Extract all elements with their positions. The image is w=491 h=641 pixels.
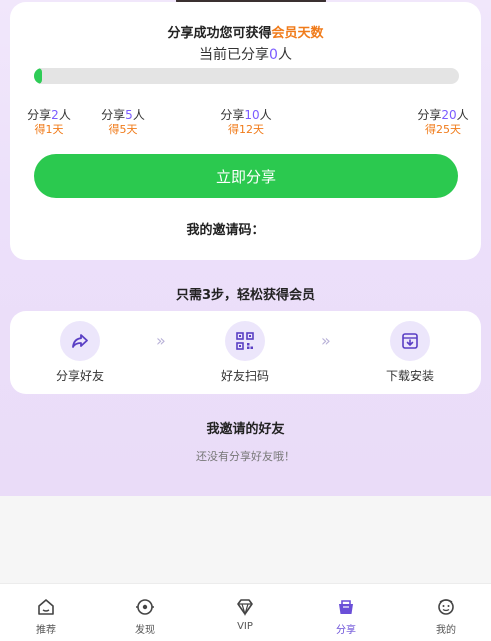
milestone-number: 20 xyxy=(441,108,457,122)
qr-code-icon xyxy=(225,321,265,361)
tab-label: 推荐 xyxy=(36,625,56,636)
milestone-suffix: 人 xyxy=(58,108,71,122)
milestone-reward: 得12天 xyxy=(228,123,264,136)
tab-share[interactable]: 分享 xyxy=(316,596,376,636)
download-box-icon xyxy=(390,321,430,361)
current-count-number: 0 xyxy=(269,47,278,63)
steps-title: 只需3步，轻松获得会员 xyxy=(175,288,316,303)
milestone-reward: 得5天 xyxy=(108,123,138,136)
milestone-prefix: 分享 xyxy=(101,108,126,122)
milestone-prefix: 分享 xyxy=(417,108,442,122)
milestone-suffix: 人 xyxy=(259,108,272,122)
invite-code-label: 我的邀请码： xyxy=(186,223,265,238)
step-scan-code: 好友扫码 xyxy=(205,321,285,384)
invited-friends-empty: 还没有分享好友哦！ xyxy=(196,450,295,463)
profile-icon xyxy=(438,599,454,615)
home-icon xyxy=(38,599,54,615)
share-arrow-icon xyxy=(60,321,100,361)
share-now-button[interactable]: 立即分享 xyxy=(34,154,458,198)
milestone-prefix: 分享 xyxy=(27,108,52,122)
milestone-5: 分享5人 得5天 xyxy=(88,108,158,137)
tab-label: VIP xyxy=(237,621,253,632)
step-download-install: 下载安装 xyxy=(370,321,450,384)
share-progress-card: 分享成功您可获得会员天数 当前已分享0人 分享2人 得1天 分享5人 得5天 分… xyxy=(10,2,481,260)
milestone-number: 10 xyxy=(244,108,260,122)
tab-label: 发现 xyxy=(135,625,155,636)
share-progress-bar xyxy=(34,68,459,84)
current-suffix: 人 xyxy=(277,47,292,63)
tab-recommend[interactable]: 推荐 xyxy=(16,596,76,636)
current-prefix: 当前已分享 xyxy=(199,47,270,63)
diamond-icon xyxy=(237,599,253,617)
tab-mine[interactable]: 我的 xyxy=(416,596,476,636)
tab-vip[interactable]: VIP xyxy=(215,596,275,632)
steps-card: 分享好友 » 好友扫码 » 下载安装 xyxy=(10,311,481,394)
bottom-tab-bar: 推荐 发现 VIP 分享 我的 xyxy=(0,583,491,641)
headline-text: 分享成功您可获得 xyxy=(167,26,272,41)
tab-label: 分享 xyxy=(336,625,356,636)
discover-icon xyxy=(136,599,154,615)
milestone-10: 分享10人 得12天 xyxy=(211,108,281,137)
reward-headline: 分享成功您可获得会员天数 xyxy=(10,22,481,41)
step-separator: » xyxy=(156,331,166,350)
milestone-number: 2 xyxy=(51,108,59,122)
milestone-number: 5 xyxy=(125,108,133,122)
headline-accent: 会员天数 xyxy=(271,26,324,41)
tab-discover[interactable]: 发现 xyxy=(115,596,175,636)
step-separator: » xyxy=(321,331,331,350)
step-label: 好友扫码 xyxy=(220,369,269,383)
step-label: 分享好友 xyxy=(55,369,104,383)
share-basket-icon xyxy=(339,600,353,614)
invited-friends-title: 我邀请的好友 xyxy=(206,422,285,437)
step-share-friends: 分享好友 xyxy=(40,321,120,384)
milestone-reward: 得25天 xyxy=(425,123,461,136)
milestone-prefix: 分享 xyxy=(220,108,245,122)
milestone-reward: 得1天 xyxy=(34,123,64,136)
current-shared-count: 当前已分享0人 xyxy=(10,44,481,64)
milestone-suffix: 人 xyxy=(132,108,145,122)
step-label: 下载安装 xyxy=(385,369,434,383)
share-progress-fill xyxy=(34,68,42,84)
milestone-2: 分享2人 得1天 xyxy=(14,108,84,137)
milestone-suffix: 人 xyxy=(456,108,469,122)
milestone-20: 分享20人 得25天 xyxy=(408,108,478,137)
tab-label: 我的 xyxy=(436,625,456,636)
